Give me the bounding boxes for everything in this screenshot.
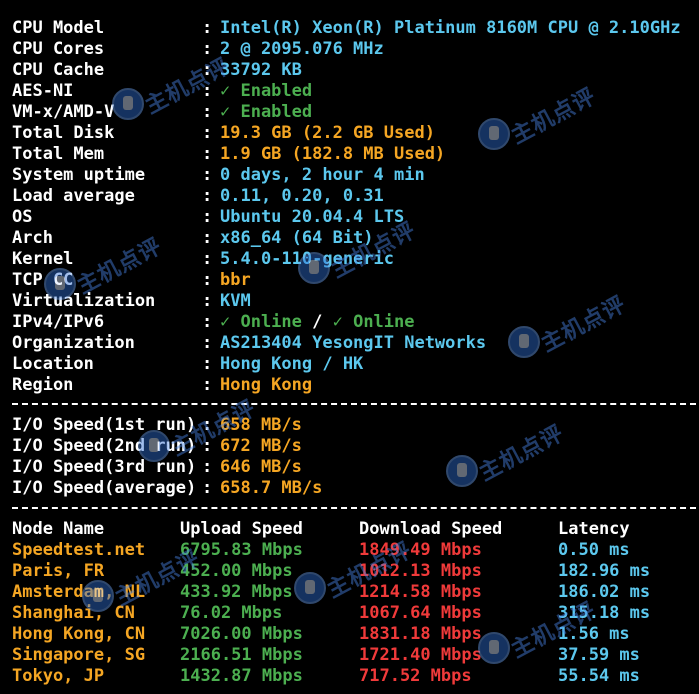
- io-value: 646 MB/s: [220, 457, 302, 477]
- latency: 315.18 ms: [558, 603, 651, 623]
- download-speed: 1831.18 Mbps: [359, 624, 482, 644]
- download-speed: 717.52 Mbps: [359, 666, 472, 686]
- header-download-speed: Download Speed: [359, 519, 503, 539]
- info-value: ✓ Enabled: [220, 81, 313, 101]
- dashed-divider: [12, 403, 696, 405]
- owl-logo-icon: [478, 118, 510, 150]
- io-value: 658.7 MB/s: [220, 478, 323, 498]
- terminal-output: CPU Model: Intel(R) Xeon(R) Platinum 8160…: [0, 0, 699, 694]
- node-name: Hong Kong, CN: [12, 624, 146, 644]
- download-speed: 1849.49 Mbps: [359, 540, 482, 560]
- owl-logo-icon: [294, 572, 326, 604]
- info-value: ✓ Enabled: [220, 102, 313, 122]
- info-value: 33792 KB: [220, 60, 302, 80]
- info-value: 19.3 GB (2.2 GB Used): [220, 123, 435, 143]
- latency: 55.54 ms: [558, 666, 640, 686]
- upload-speed: 2166.51 Mbps: [180, 645, 303, 665]
- node-name: Amsterdam, NL: [12, 582, 146, 602]
- upload-speed: 76.02 Mbps: [180, 603, 283, 623]
- node-name: Singapore, SG: [12, 645, 146, 665]
- latency: 0.50 ms: [558, 540, 630, 560]
- dashed-divider: [12, 507, 696, 509]
- speedtest-header-row: Node Name Upload Speed Download Speed La…: [12, 519, 630, 540]
- node-name: Paris, FR: [12, 561, 105, 581]
- download-speed: 1214.58 Mbps: [359, 582, 482, 602]
- info-value: x86_64 (64 Bit): [220, 228, 374, 248]
- info-value: 2 @ 2095.076 MHz: [220, 39, 384, 59]
- io-value: 672 MB/s: [220, 436, 302, 456]
- node-name: Shanghai, CN: [12, 603, 135, 623]
- header-node-name: Node Name: [12, 519, 105, 539]
- upload-speed: 452.00 Mbps: [180, 561, 293, 581]
- download-speed: 1067.64 Mbps: [359, 603, 482, 623]
- download-speed: 1012.13 Mbps: [359, 561, 482, 581]
- info-value: 0 days, 2 hour 4 min: [220, 165, 425, 185]
- upload-speed: 1432.87 Mbps: [180, 666, 303, 686]
- owl-logo-icon: [478, 632, 510, 664]
- header-upload-speed: Upload Speed: [180, 519, 303, 539]
- latency: 182.96 ms: [558, 561, 651, 581]
- download-speed: 1721.40 Mbps: [359, 645, 482, 665]
- info-value: bbr: [220, 270, 251, 290]
- info-value: Hong Kong: [220, 375, 313, 395]
- info-value: KVM: [220, 291, 251, 311]
- owl-logo-icon: [112, 88, 144, 120]
- info-value: AS213404 YesongIT Networks: [220, 333, 487, 353]
- upload-speed: 433.92 Mbps: [180, 582, 293, 602]
- latency: 1.56 ms: [558, 624, 630, 644]
- info-value: Intel(R) Xeon(R) Platinum 8160M CPU @ 2.…: [220, 18, 681, 38]
- info-value: 1.9 GB (182.8 MB Used): [220, 144, 446, 164]
- upload-speed: 7026.00 Mbps: [180, 624, 303, 644]
- header-latency: Latency: [558, 519, 630, 539]
- latency: 186.02 ms: [558, 582, 651, 602]
- owl-logo-icon: [446, 455, 478, 487]
- info-value: Hong Kong / HK: [220, 354, 364, 374]
- latency: 37.59 ms: [558, 645, 640, 665]
- node-name: Tokyo, JP: [12, 666, 105, 686]
- node-name: Speedtest.net: [12, 540, 146, 560]
- upload-speed: 6795.83 Mbps: [180, 540, 303, 560]
- info-value: ✓ Online / ✓ Online: [220, 312, 415, 332]
- info-value: Ubuntu 20.04.4 LTS: [220, 207, 405, 227]
- owl-logo-icon: [508, 326, 540, 358]
- io-value: 658 MB/s: [220, 415, 302, 435]
- info-value: 5.4.0-110-generic: [220, 249, 394, 269]
- info-value: 0.11, 0.20, 0.31: [220, 186, 384, 206]
